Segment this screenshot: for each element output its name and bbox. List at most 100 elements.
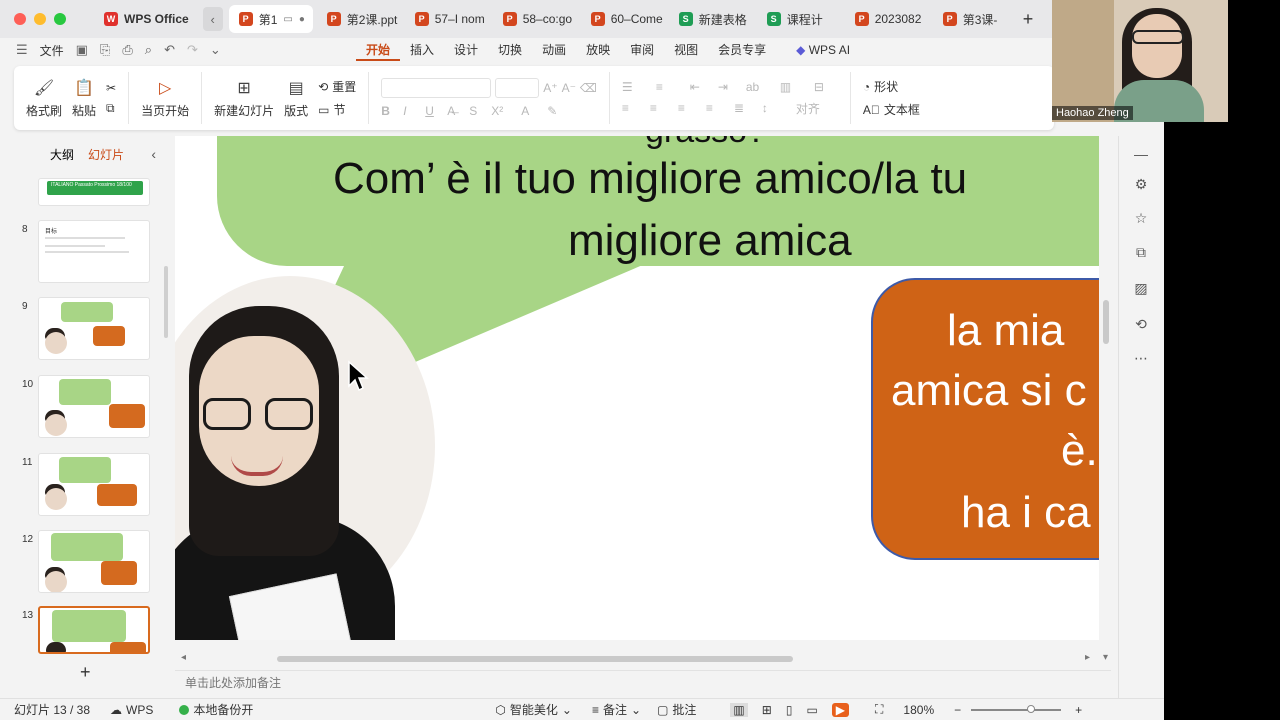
scrollbar-thumb[interactable]	[277, 656, 793, 662]
undo-icon[interactable]: ↶	[164, 42, 175, 58]
zoom-slider-handle[interactable]	[1027, 704, 1036, 713]
play-current-slide-button[interactable]: ▷ 当页开始	[141, 78, 189, 119]
superscript-icon[interactable]: X²	[491, 104, 517, 118]
notes-toggle-button[interactable]: ≡ 备注 ⌄	[592, 701, 641, 718]
tab-document-3[interactable]: P 57–I nom	[405, 5, 489, 33]
text-align-box-icon[interactable]: ⊟	[814, 80, 838, 94]
paste-button[interactable]: 📋 粘贴	[72, 78, 96, 119]
scroll-right-arrow-icon[interactable]: ▸	[1085, 652, 1090, 663]
tab-wps-home[interactable]: W WPS Office	[94, 5, 199, 33]
textbox-button[interactable]: A⃞ 文本框	[863, 101, 920, 118]
menu-home-tab[interactable]: 开始	[356, 39, 401, 61]
align-text-button[interactable]: 对齐	[796, 100, 820, 117]
slide-thumb-8[interactable]: 8 目标	[0, 220, 172, 290]
layout-button[interactable]: ▤ 版式	[284, 78, 308, 119]
format-painter-button[interactable]: 🖌 格式刷	[26, 78, 62, 119]
columns-icon[interactable]: ▥	[780, 80, 810, 94]
font-grow-icon[interactable]: A⁺	[543, 81, 557, 95]
properties-icon[interactable]: ⚙	[1131, 174, 1151, 194]
image-tools-icon[interactable]: ▨	[1131, 278, 1151, 298]
distribute-icon[interactable]: ≣	[734, 101, 758, 115]
tab-document-7[interactable]: P 第3课-	[933, 5, 1013, 33]
section-button[interactable]: ▭ 节	[318, 101, 356, 118]
chevron-down-icon[interactable]: ⌄	[210, 42, 221, 58]
normal-view-button[interactable]: ▥	[730, 702, 748, 717]
menu-member-tab[interactable]: 会员专享	[708, 39, 776, 61]
export-icon[interactable]: ⎘	[100, 42, 110, 58]
canvas-vertical-scrollbar[interactable]	[1103, 300, 1109, 344]
highlight-icon[interactable]: ✎	[547, 104, 569, 118]
cut-icon[interactable]: ✂	[106, 81, 116, 95]
collapse-panel-icon[interactable]: ‹	[151, 146, 156, 162]
hamburger-menu-icon[interactable]: ☰	[16, 42, 28, 58]
clear-format-icon[interactable]: ⌫	[580, 81, 597, 95]
slide-canvas[interactable]: grasso? Com’ è il tuo migliore amico/la …	[175, 136, 1099, 640]
increase-indent-icon[interactable]: ⇥	[718, 80, 742, 94]
copy-slide-icon[interactable]: ⧉	[1131, 242, 1151, 262]
slides-tab[interactable]: 幻灯片	[88, 146, 124, 163]
numbered-list-icon[interactable]: ≡	[656, 80, 686, 94]
comments-toggle-button[interactable]: ▢ 批注	[657, 701, 696, 718]
menu-design-tab[interactable]: 设计	[444, 39, 488, 61]
tab-document-4[interactable]: P 58–co:go	[493, 5, 577, 33]
more-options-icon[interactable]: ⋯	[1131, 348, 1151, 368]
zoom-slider[interactable]	[971, 704, 1062, 713]
tab-document-1[interactable]: P 第1 ▭ ●	[228, 5, 313, 33]
slide-thumb-11[interactable]: 11	[0, 453, 172, 523]
minimize-window-button[interactable]	[34, 13, 46, 25]
tab-document-6[interactable]: P 2023082	[845, 5, 929, 33]
italic-icon[interactable]: I	[403, 104, 421, 118]
menu-review-tab[interactable]: 审阅	[620, 39, 664, 61]
reading-view-button[interactable]: ▯	[786, 703, 793, 717]
align-left-icon[interactable]: ≡	[622, 101, 646, 115]
smart-beautify-button[interactable]: ⬡ 智能美化 ⌄	[495, 701, 572, 718]
shadow-icon[interactable]: S	[469, 104, 487, 118]
align-center-icon[interactable]: ≡	[650, 101, 674, 115]
notes-field[interactable]: 单击此处添加备注	[175, 670, 1111, 696]
copy-icon[interactable]: ⧉	[106, 101, 116, 116]
strikethrough-icon[interactable]: A̶	[447, 104, 465, 118]
slide-thumb-7[interactable]: ITALIANO Passato Prossimo 18/100	[0, 178, 172, 208]
slide-thumb-10[interactable]: 10	[0, 375, 172, 445]
tab-scroll-left-button[interactable]: ‹	[202, 7, 223, 31]
zoom-in-icon[interactable]: +	[1075, 703, 1082, 717]
local-backup-status[interactable]: 本地备份开	[179, 701, 253, 718]
font-family-select[interactable]	[381, 78, 492, 98]
menu-transition-tab[interactable]: 切换	[488, 39, 532, 61]
zoom-level[interactable]: 180%	[903, 703, 934, 717]
close-window-button[interactable]	[14, 13, 26, 25]
scroll-left-arrow-icon[interactable]: ◂	[181, 652, 186, 663]
bold-icon[interactable]: B	[381, 104, 399, 118]
maximize-window-button[interactable]	[54, 13, 66, 25]
shape-button[interactable]: ◔ 形状	[863, 78, 920, 95]
slide-thumb-12[interactable]: 12	[0, 530, 172, 600]
text-direction-icon[interactable]: ab	[746, 80, 776, 94]
line-spacing-icon[interactable]: ↕	[762, 101, 792, 115]
file-menu-button[interactable]: 文件	[40, 42, 64, 59]
menu-insert-tab[interactable]: 插入	[400, 39, 444, 61]
font-shrink-icon[interactable]: A⁻	[562, 81, 576, 95]
decrease-indent-icon[interactable]: ⇤	[690, 80, 714, 94]
fit-to-window-icon[interactable]: ⛶	[875, 702, 883, 717]
save-icon[interactable]: ▣	[76, 42, 88, 58]
tab-spreadsheet-2[interactable]: S 课程计	[757, 5, 841, 33]
print-preview-icon[interactable]: ⌕	[145, 42, 152, 58]
font-color-icon[interactable]: A	[521, 104, 543, 118]
canvas-horizontal-scrollbar[interactable]: ◂ ▸ ▾	[175, 652, 1113, 666]
tab-spreadsheet-1[interactable]: S 新建表格	[669, 5, 753, 33]
menu-view-tab[interactable]: 视图	[664, 39, 708, 61]
print-icon[interactable]: ⎙	[122, 42, 132, 58]
underline-icon[interactable]: U	[425, 104, 443, 118]
add-slide-icon[interactable]: +	[80, 662, 91, 683]
new-tab-button[interactable]: +	[1017, 5, 1040, 33]
tab-document-5[interactable]: P 60–Come	[581, 5, 665, 33]
outline-tab[interactable]: 大纲	[50, 146, 74, 163]
justify-icon[interactable]: ≡	[706, 101, 730, 115]
scroll-down-arrow-icon[interactable]: ▾	[1103, 652, 1108, 663]
zoom-out-icon[interactable]: −	[954, 703, 961, 717]
history-icon[interactable]: ⟲	[1131, 314, 1151, 334]
play-slideshow-button[interactable]: ▶	[831, 702, 850, 717]
tab-document-2[interactable]: P 第2课.ppt	[317, 5, 401, 33]
reset-button[interactable]: ⟲ 重置	[318, 78, 356, 95]
menu-animation-tab[interactable]: 动画	[532, 39, 576, 61]
